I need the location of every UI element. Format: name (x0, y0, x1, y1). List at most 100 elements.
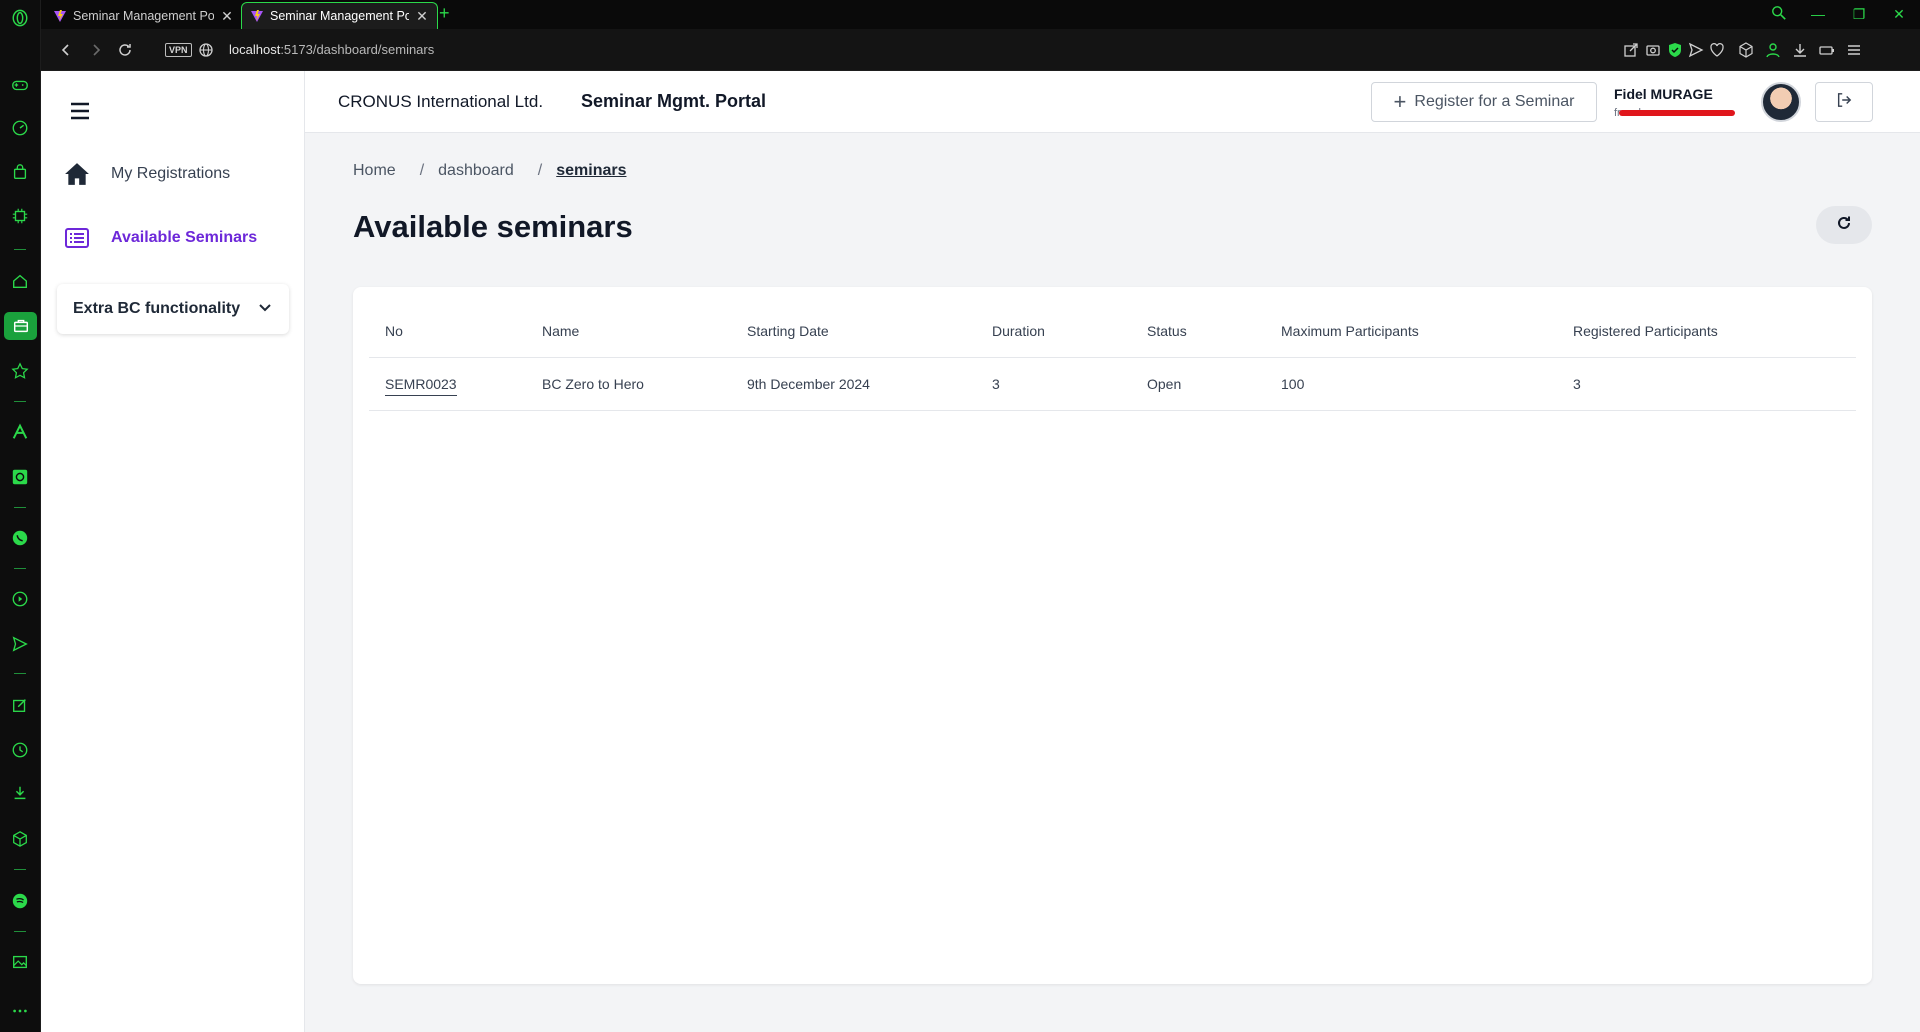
gamepad-icon[interactable] (10, 75, 30, 95)
table-row[interactable]: SEMR0023 BC Zero to Hero 9th December 20… (369, 357, 1856, 411)
sidebar-item-my-registrations[interactable]: My Registrations (63, 154, 230, 194)
table-header-row: No Name Starting Date Duration Status Ma… (369, 305, 1856, 358)
player-icon[interactable] (10, 589, 30, 609)
breadcrumb-separator: / (419, 162, 425, 179)
url-field[interactable]: localhost:5173/dashboard/seminars (229, 42, 434, 57)
user-name: Fidel MURAGE (1614, 86, 1713, 102)
tab-bar: Seminar Management Port ✕ Seminar Manage… (41, 0, 1920, 29)
column-header-max-participants[interactable]: Maximum Participants (1265, 305, 1557, 358)
register-seminar-label: Register for a Seminar (1414, 93, 1575, 110)
company-name: CRONUS International Ltd. (338, 92, 544, 111)
download-icon[interactable] (1791, 41, 1809, 59)
sidebar-item-label: Available Seminars (111, 229, 258, 246)
browser-tab-2[interactable]: Seminar Management Port ✕ (241, 2, 438, 29)
logout-button[interactable] (1815, 82, 1873, 122)
page-title: Available seminars (353, 209, 633, 244)
heart-icon[interactable] (1708, 41, 1726, 59)
opera-logo-icon[interactable] (10, 8, 30, 28)
breadcrumb-current[interactable]: seminars (556, 162, 626, 180)
register-seminar-button[interactable]: + Register for a Seminar (1371, 82, 1597, 122)
search-tabs-icon[interactable] (1770, 5, 1788, 23)
share-icon[interactable] (1622, 41, 1640, 59)
gallery-icon[interactable] (10, 952, 30, 972)
redaction-mark (1619, 110, 1735, 116)
browser-sidebar (0, 0, 41, 1032)
sidebar-item-label: My Registrations (111, 165, 231, 182)
refresh-button[interactable] (1816, 206, 1872, 244)
minimize-icon[interactable]: — (1809, 5, 1827, 23)
speed-dial-icon[interactable] (10, 118, 30, 138)
breadcrumb-home[interactable]: Home (353, 162, 396, 180)
seminars-table: No Name Starting Date Duration Status Ma… (369, 305, 1856, 411)
history-icon[interactable] (10, 740, 30, 760)
downloads-icon[interactable] (10, 783, 30, 803)
easy-setup-icon[interactable] (1845, 41, 1863, 59)
extensions-icon[interactable] (1737, 41, 1755, 59)
column-header-starting-date[interactable]: Starting Date (731, 305, 976, 358)
camera-icon[interactable] (1644, 41, 1662, 59)
chatgpt-icon[interactable] (10, 467, 30, 487)
briefcase-icon[interactable] (4, 312, 37, 340)
sidebar-group-label: Extra BC functionality (73, 300, 241, 317)
logout-icon (1836, 92, 1852, 113)
cell-name: BC Zero to Hero (526, 357, 731, 411)
menu-toggle-icon[interactable] (68, 99, 92, 123)
restore-icon[interactable]: ❐ (1850, 5, 1868, 23)
tab-title: Seminar Management Port (73, 8, 214, 23)
column-header-duration[interactable]: Duration (976, 305, 1131, 358)
tab-title: Seminar Management Port (270, 9, 409, 23)
app-header: CRONUS International Ltd. Seminar Mgmt. … (305, 71, 1920, 133)
cell-registered-participants: 3 (1557, 357, 1856, 411)
cell-status: Open (1131, 357, 1265, 411)
close-tab-icon[interactable]: ✕ (415, 9, 429, 23)
send-icon[interactable] (10, 634, 30, 654)
adblock-shield-icon[interactable] (1666, 41, 1684, 59)
app: My Registrations Available Seminars Extr… (41, 71, 1920, 1032)
refresh-icon (1835, 214, 1853, 237)
column-header-registered-participants[interactable]: Registered Participants (1557, 305, 1856, 358)
forward-icon[interactable] (87, 41, 105, 59)
sidebar-group-extra-bc[interactable]: Extra BC functionality (57, 284, 289, 334)
star-icon[interactable] (10, 361, 30, 381)
reload-icon[interactable] (116, 41, 134, 59)
vpn-badge[interactable]: VPN (165, 43, 192, 57)
new-tab-icon[interactable]: + (439, 4, 450, 22)
seminars-card: No Name Starting Date Duration Status Ma… (353, 287, 1872, 984)
back-icon[interactable] (57, 41, 75, 59)
sidebar-item-available-seminars[interactable]: Available Seminars (63, 218, 257, 258)
vite-favicon-icon (251, 10, 263, 22)
cube-icon[interactable] (10, 829, 30, 849)
list-icon (63, 224, 91, 252)
send-page-icon[interactable] (1687, 41, 1705, 59)
profile-icon[interactable] (1764, 41, 1782, 59)
breadcrumb-dashboard[interactable]: dashboard (438, 162, 514, 180)
more-icon[interactable] (10, 1001, 30, 1021)
close-tab-icon[interactable]: ✕ (220, 9, 234, 23)
shopping-icon[interactable] (10, 162, 30, 182)
app-sidebar: My Registrations Available Seminars Extr… (41, 71, 305, 1032)
aria-icon[interactable] (10, 422, 30, 442)
whatsapp-icon[interactable] (10, 528, 30, 548)
avatar[interactable] (1761, 82, 1801, 122)
column-header-no[interactable]: No (369, 305, 526, 358)
address-bar: VPN localhost:5173/dashboard/seminars (41, 29, 1920, 71)
seminar-no-link[interactable]: SEMR0023 (385, 375, 457, 396)
breadcrumb-separator: / (537, 162, 543, 179)
plus-icon: + (1393, 89, 1407, 114)
globe-icon (197, 41, 215, 59)
column-header-status[interactable]: Status (1131, 305, 1265, 358)
edit-icon[interactable] (10, 695, 30, 715)
vite-favicon-icon (54, 9, 66, 22)
home-icon (63, 160, 91, 188)
cell-duration: 3 (976, 357, 1131, 411)
home-rail-icon[interactable] (10, 271, 30, 291)
close-window-icon[interactable]: ✕ (1890, 5, 1908, 23)
portal-title: Seminar Mgmt. Portal (581, 91, 767, 111)
chevron-down-icon (257, 299, 273, 320)
chip-icon[interactable] (10, 206, 30, 226)
url-path: :5173/dashboard/seminars (280, 42, 435, 57)
battery-saver-icon[interactable] (1818, 41, 1836, 59)
column-header-name[interactable]: Name (526, 305, 731, 358)
browser-tab-1[interactable]: Seminar Management Port ✕ (45, 2, 242, 29)
spotify-icon[interactable] (10, 891, 30, 911)
